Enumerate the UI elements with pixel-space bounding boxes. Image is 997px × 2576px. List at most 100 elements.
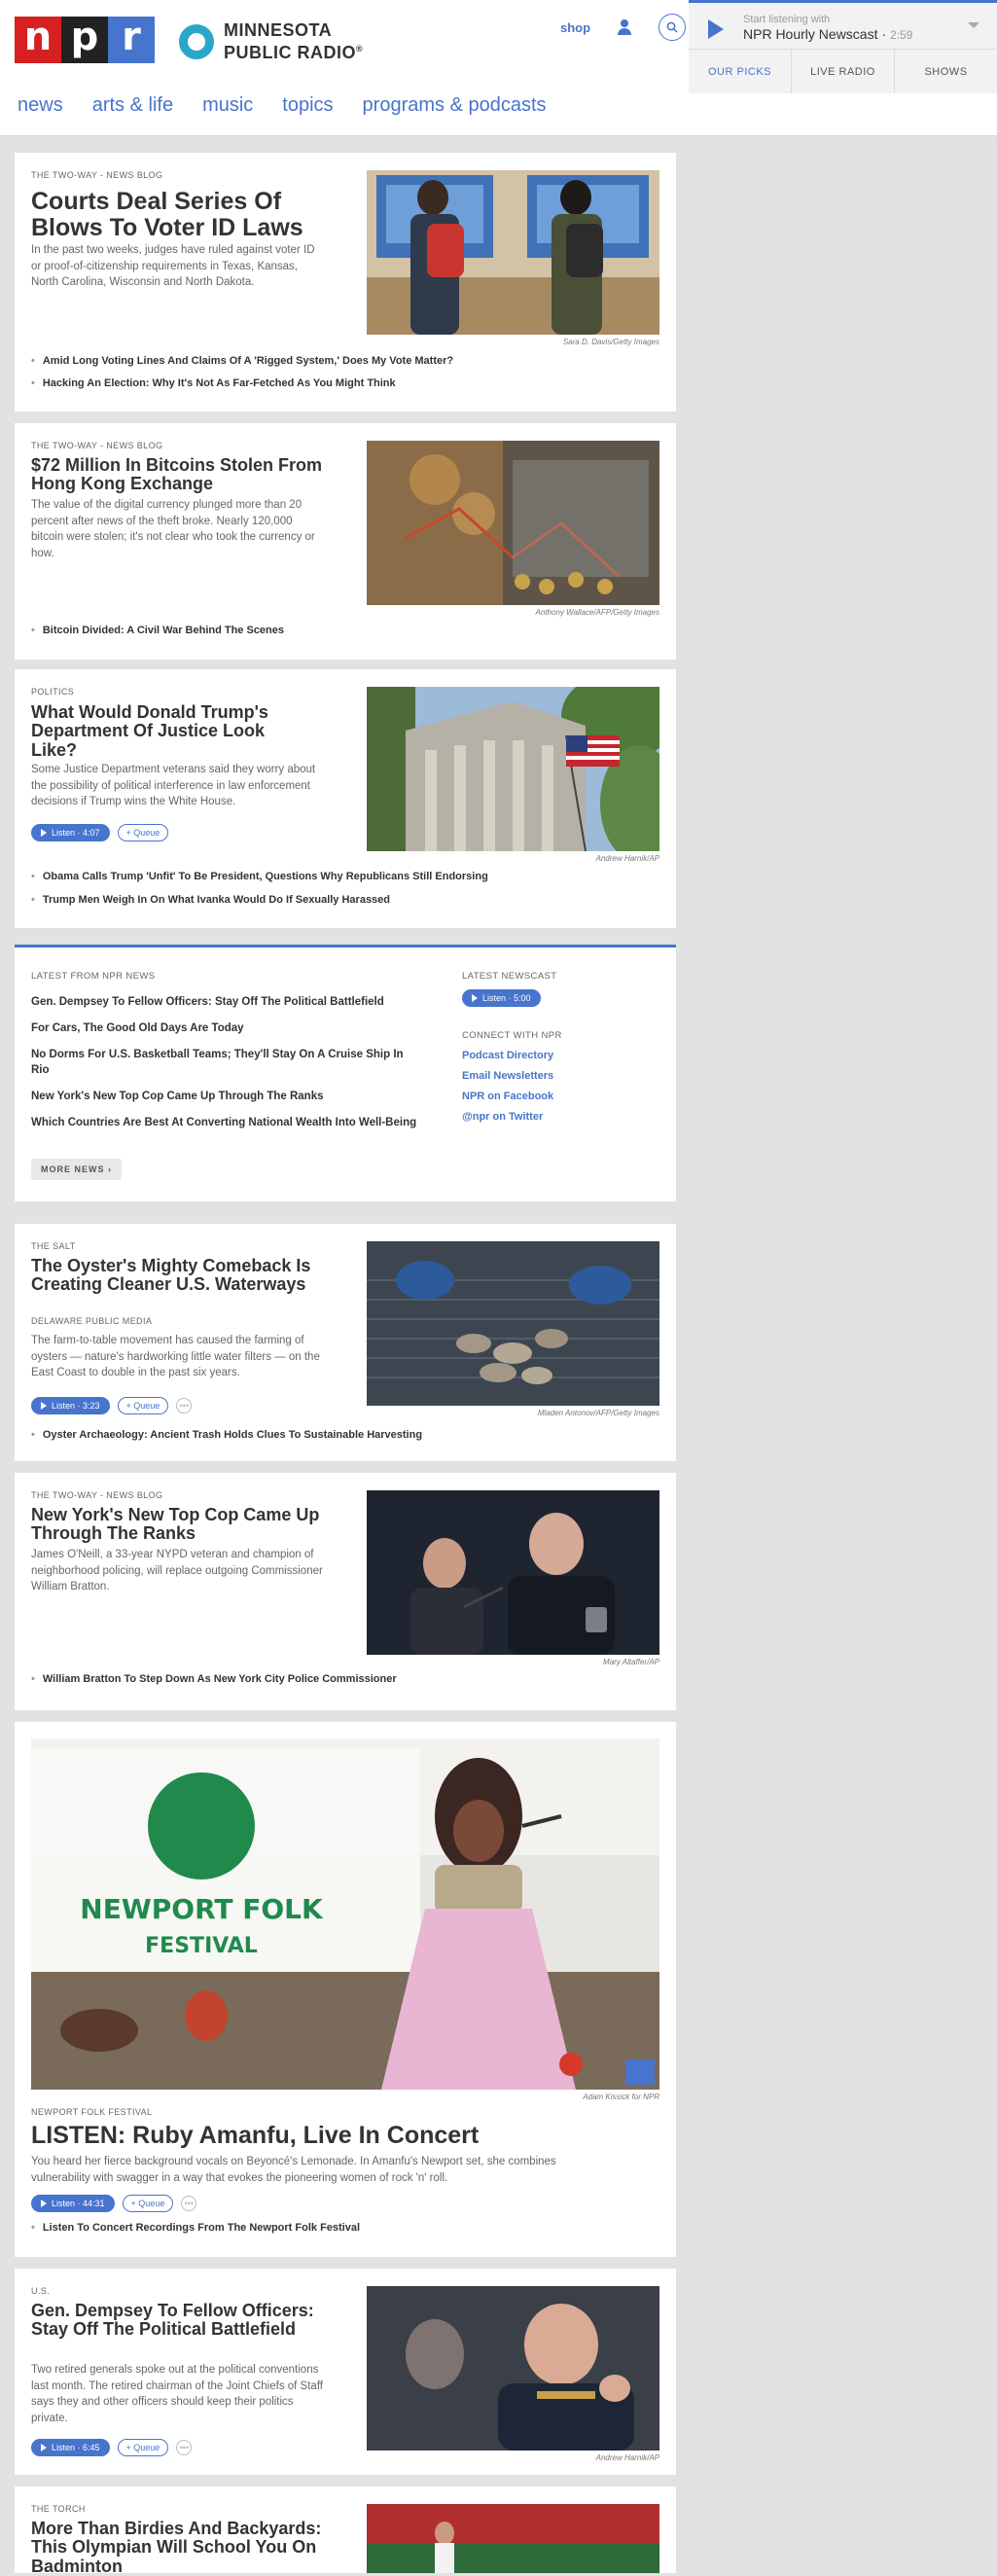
latest-news-item[interactable]: For Cars, The Good Old Days Are Today <box>31 1020 420 1036</box>
story-teaser: James O'Neill, a 33-year NYPD veteran an… <box>31 1549 323 1593</box>
featured-photo[interactable]: NEWPORT FOLK FESTIVAL <box>31 1738 659 2090</box>
more-options-icon[interactable]: ••• <box>181 2196 197 2211</box>
nav-news[interactable]: news <box>18 94 63 117</box>
story-headline[interactable]: Gen. Dempsey To Fellow Officers: Stay Of… <box>31 2301 323 2340</box>
story-photo[interactable] <box>367 441 659 605</box>
twitter-link[interactable]: @npr on Twitter <box>462 1111 543 1123</box>
story-headline[interactable]: More Than Birdies And Backyards: This Ol… <box>31 2519 323 2576</box>
queue-button[interactable]: + Queue <box>117 1397 169 1414</box>
listen-label: Listen · 6:45 <box>52 2443 100 2452</box>
play-icon <box>472 994 478 1002</box>
station-name-line2: PUBLIC RADIO <box>224 43 356 62</box>
story-card: THE TWO-WAY - NEWS BLOG Courts Deal Seri… <box>15 153 676 411</box>
tab-shows[interactable]: SHOWS <box>895 50 997 93</box>
story-headline[interactable]: Courts Deal Series Of Blows To Voter ID … <box>31 189 352 241</box>
story-headline[interactable]: LISTEN: Ruby Amanfu, Live In Concert <box>31 2123 659 2149</box>
search-icon <box>666 21 678 33</box>
search-button[interactable] <box>659 14 687 41</box>
story-card: THE TORCH More Than Birdies And Backyard… <box>15 2487 676 2576</box>
story-teaser: The farm-to-table movement has caused th… <box>31 1335 320 1379</box>
justice-building-image <box>367 687 659 851</box>
nav-topics[interactable]: topics <box>282 94 333 117</box>
listen-label: Listen · 5:00 <box>482 993 531 1003</box>
play-icon[interactable] <box>708 19 724 39</box>
photo-credit: Adam Kissick for NPR <box>583 2093 659 2101</box>
listen-button[interactable]: Listen · 44:31 <box>31 2195 115 2212</box>
featured-story-card: NEWPORT FOLK FESTIVAL Adam Kissick for N… <box>15 1722 676 2257</box>
story-headline[interactable]: New York's New Top Cop Came Up Through T… <box>31 1505 342 1544</box>
npr-logo-p: p <box>61 17 108 63</box>
facebook-link[interactable]: NPR on Facebook <box>462 1091 553 1102</box>
chevron-down-icon[interactable] <box>968 22 979 28</box>
more-options-icon[interactable]: ••• <box>176 2440 193 2455</box>
queue-button[interactable]: + Queue <box>117 2439 169 2456</box>
latest-news-item[interactable]: Gen. Dempsey To Fellow Officers: Stay Of… <box>31 994 420 1010</box>
festival-sign-line1: NEWPORT FOLK <box>80 1893 324 1925</box>
npr-logo-r: r <box>108 17 155 63</box>
related-link[interactable]: Oyster Archaeology: Ancient Trash Holds … <box>31 1429 422 1441</box>
related-link[interactable]: William Bratton To Step Down As New York… <box>31 1673 397 1685</box>
related-link[interactable]: Trump Men Weigh In On What Ivanka Would … <box>31 894 390 906</box>
story-photo[interactable] <box>367 170 659 335</box>
listen-button[interactable]: Listen · 3:23 <box>31 1397 110 1414</box>
story-photo[interactable] <box>367 687 659 851</box>
story-slug[interactable]: NEWPORT FOLK FESTIVAL <box>31 2107 152 2117</box>
tab-live-radio[interactable]: LIVE RADIO <box>792 50 895 93</box>
latest-news-item[interactable]: Which Countries Are Best At Converting N… <box>31 1115 420 1130</box>
story-headline[interactable]: What Would Donald Trump's Department Of … <box>31 702 303 760</box>
queue-button[interactable]: + Queue <box>122 2195 174 2212</box>
voting-booth-image <box>367 170 659 335</box>
oyster-sorting-image <box>367 1241 659 1406</box>
audio-controls: Listen · 6:45 + Queue ••• <box>31 2439 193 2456</box>
player-now[interactable]: Start listening with NPR Hourly Newscast… <box>689 3 997 50</box>
play-icon <box>41 1402 47 1410</box>
related-link[interactable]: Hacking An Election: Why It's Not As Far… <box>31 377 396 389</box>
badminton-image <box>367 2504 659 2573</box>
npr-logo[interactable]: n p r <box>15 17 155 63</box>
story-slug[interactable]: THE TWO-WAY - NEWS BLOG <box>31 1490 162 1500</box>
nav-arts-life[interactable]: arts & life <box>92 94 173 117</box>
podcast-directory-link[interactable]: Podcast Directory <box>462 1050 553 1061</box>
newscast-listen-button[interactable]: Listen · 5:00 <box>462 989 541 1007</box>
more-options-icon[interactable]: ••• <box>176 1398 193 1413</box>
nav-music[interactable]: music <box>202 94 253 117</box>
related-link[interactable]: Bitcoin Divided: A Civil War Behind The … <box>31 625 284 636</box>
queue-button[interactable]: + Queue <box>117 824 169 841</box>
player-pre-label: Start listening with <box>743 14 831 25</box>
story-headline[interactable]: $72 Million In Bitcoins Stolen From Hong… <box>31 455 342 494</box>
trademark-mark: ® <box>356 44 364 54</box>
station-name: MINNESOTA PUBLIC RADIO® <box>224 21 363 62</box>
player-duration: 2:59 <box>889 28 913 42</box>
story-slug[interactable]: THE SALT <box>31 1241 76 1251</box>
story-photo[interactable] <box>367 2286 659 2451</box>
more-news-button[interactable]: MORE NEWS › <box>31 1159 122 1180</box>
story-photo[interactable] <box>367 1490 659 1655</box>
latest-news-item[interactable]: New York's New Top Cop Came Up Through T… <box>31 1089 420 1104</box>
related-link[interactable]: Obama Calls Trump 'Unfit' To Be Presiden… <box>31 871 488 882</box>
listen-button[interactable]: Listen · 6:45 <box>31 2439 110 2456</box>
story-slug[interactable]: THE TWO-WAY - NEWS BLOG <box>31 170 162 180</box>
station-logo[interactable]: MINNESOTA PUBLIC RADIO® <box>179 21 363 62</box>
related-link[interactable]: Listen To Concert Recordings From The Ne… <box>31 2222 360 2234</box>
story-slug[interactable]: THE TWO-WAY - NEWS BLOG <box>31 441 162 450</box>
tab-our-picks[interactable]: OUR PICKS <box>689 50 792 93</box>
story-headline[interactable]: The Oyster's Mighty Comeback Is Creating… <box>31 1256 323 1295</box>
latest-news-item[interactable]: No Dorms For U.S. Basketball Teams; They… <box>31 1047 420 1078</box>
listen-label: Listen · 4:07 <box>52 828 100 838</box>
story-card: U.S. Gen. Dempsey To Fellow Officers: St… <box>15 2269 676 2475</box>
story-byline: DELAWARE PUBLIC MEDIA <box>31 1316 153 1326</box>
play-icon <box>41 829 47 837</box>
email-newsletters-link[interactable]: Email Newsletters <box>462 1070 553 1082</box>
audio-controls: Listen · 3:23 + Queue ••• <box>31 1397 193 1414</box>
listen-button[interactable]: Listen · 4:07 <box>31 824 110 841</box>
user-account-icon[interactable] <box>618 19 632 35</box>
story-slug[interactable]: POLITICS <box>31 687 74 697</box>
shop-link[interactable]: shop <box>560 20 590 35</box>
story-photo[interactable] <box>367 2504 659 2573</box>
story-slug[interactable]: THE TORCH <box>31 2504 86 2514</box>
related-link[interactable]: Amid Long Voting Lines And Claims Of A '… <box>31 355 453 367</box>
latest-news-module: LATEST FROM NPR NEWS Gen. Dempsey To Fel… <box>15 945 676 1201</box>
story-photo[interactable] <box>367 1241 659 1406</box>
story-slug[interactable]: U.S. <box>31 2286 50 2296</box>
nav-programs-podcasts[interactable]: programs & podcasts <box>363 94 547 117</box>
